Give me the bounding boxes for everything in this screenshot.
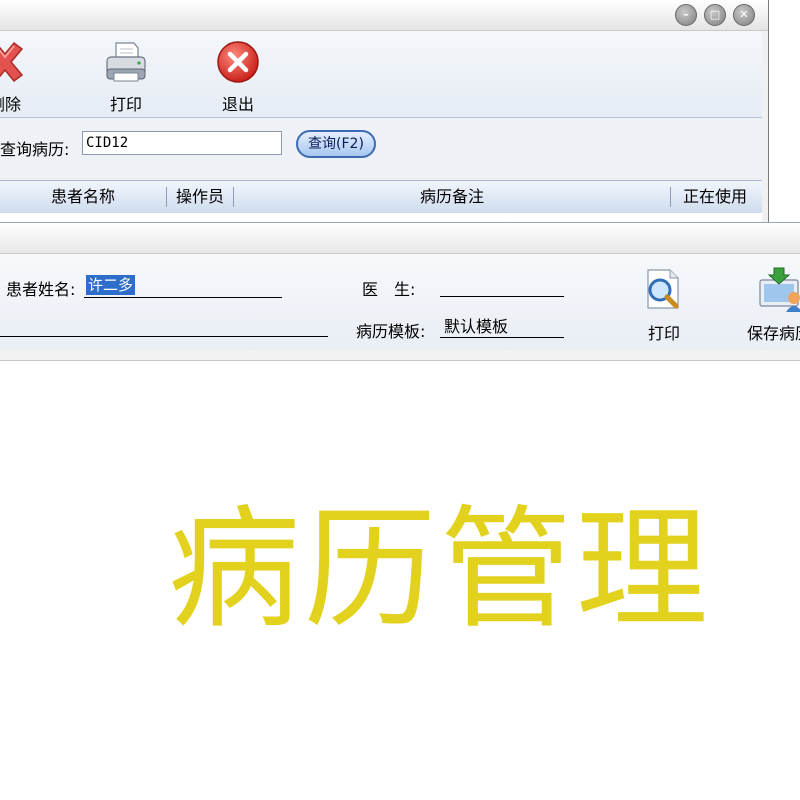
print-button-label: 打印 [109, 95, 142, 114]
query-label: 查询病历: [0, 140, 70, 159]
patient-name-label: 患者姓名: [6, 280, 76, 299]
column-in-use[interactable]: 正在使用 [671, 181, 759, 213]
column-operator[interactable]: 操作员 [167, 181, 233, 213]
doctor-underline [440, 296, 564, 297]
delete-button-label: 删除 [0, 95, 21, 114]
template-field[interactable]: 默认模板 [444, 313, 508, 337]
printer-icon [106, 42, 146, 82]
save-record-button[interactable]: 保存病历 [744, 262, 800, 350]
medical-record-query-window: – □ ✕ 删除 打印 [0, 0, 769, 222]
records-grid-header: 患者名称 操作员 病历备注 正在使用 [0, 180, 762, 214]
column-patient-name[interactable]: 患者名称 [0, 181, 166, 213]
toolbar: 删除 打印 [0, 31, 762, 118]
window-bottom-edge [0, 350, 800, 361]
close-icon[interactable]: ✕ [733, 4, 755, 26]
doctor-label: 医 生: [362, 280, 416, 299]
print-button[interactable]: 打印 [98, 31, 154, 117]
restore-icon[interactable]: □ [704, 4, 726, 26]
records-grid-body [0, 213, 762, 222]
delete-button[interactable]: 删除 [0, 31, 30, 117]
template-underline [440, 337, 564, 338]
window-title-bar: – □ ✕ [0, 0, 768, 31]
patient-name-underline [84, 297, 282, 298]
print-preview-icon [647, 269, 679, 309]
patient-name-field[interactable]: 许二多 [86, 275, 136, 295]
query-row: 查询病历: CID12 查询(F2) [0, 118, 762, 178]
window-title-bar [0, 223, 800, 254]
exit-button[interactable]: 退出 [210, 31, 266, 117]
record-query-input[interactable]: CID12 [82, 131, 282, 155]
column-record-notes[interactable]: 病历备注 [234, 181, 670, 213]
print-record-button[interactable]: 打印 [638, 262, 692, 350]
exit-button-label: 退出 [221, 95, 254, 114]
exit-icon [217, 41, 259, 83]
template-label: 病历模板: [356, 322, 426, 341]
record-form: 患者姓名: 许二多 医 生: 病历模板: 默认模板 打印 保存病 [0, 254, 800, 351]
medical-record-edit-window: 患者姓名: 许二多 医 生: 病历模板: 默认模板 打印 保存病 [0, 222, 800, 361]
delete-x-icon [0, 41, 24, 83]
query-button[interactable]: 查询(F2) [296, 130, 376, 158]
save-record-icon [759, 267, 800, 312]
caption-title: 病历管理 [168, 493, 712, 647]
minimize-icon[interactable]: – [675, 4, 697, 26]
save-record-label: 保存病历 [747, 324, 800, 343]
field-underline [0, 336, 328, 337]
print-record-label: 打印 [648, 324, 681, 343]
